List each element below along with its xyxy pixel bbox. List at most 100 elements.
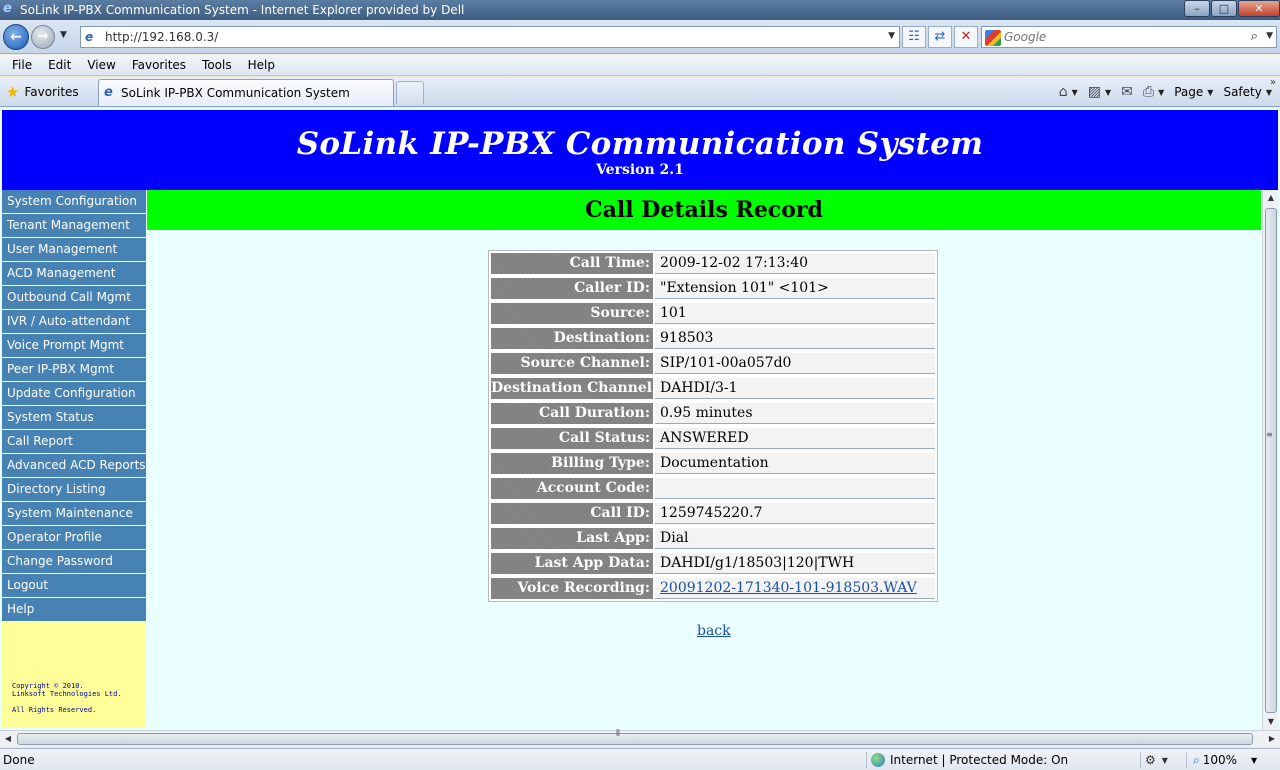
table-row: Call Time: 2009-12-02 17:13:40 (489, 251, 937, 276)
address-toolbar: ← → ▼ e http://192.168.0.3/ ▼ ☷ ⇄ ✕ ⌕ ▼ (0, 20, 1280, 54)
address-tools: ☷ ⇄ ✕ (900, 26, 978, 48)
sidebar-item-peer-ip-pbx-mgmt[interactable]: Peer IP-PBX Mgmt (2, 358, 146, 381)
field-value: SIP/101-00a057d0 (655, 353, 935, 374)
favorites-bar: ★ Favorites e SoLink IP-PBX Communicatio… (0, 77, 1280, 107)
content-heading-bar: Call Details Record (147, 190, 1261, 230)
menu-view[interactable]: View (87, 55, 115, 75)
scroll-grip-icon: ≡ (1266, 430, 1273, 439)
zoom-control[interactable]: ⌕ 100% ▼ (1186, 752, 1257, 768)
page-menu-button[interactable]: Page ▼ (1174, 85, 1213, 99)
page-title: SoLink IP-PBX Communication System (296, 126, 984, 162)
settings-icon: ⚙ (1145, 753, 1156, 767)
field-label: Call Status: (491, 428, 653, 449)
field-label: Call ID: (491, 503, 653, 524)
field-value (655, 478, 935, 499)
star-icon: ★ (6, 83, 20, 101)
sidebar-item-voice-prompt-mgmt[interactable]: Voice Prompt Mgmt (2, 334, 146, 357)
sidebar-item-operator-profile[interactable]: Operator Profile (2, 526, 146, 549)
sidebar-footer: Copyright © 2010. Linksoft Technologies … (2, 622, 146, 728)
sidebar-item-user-management[interactable]: User Management (2, 238, 146, 261)
search-options-icon[interactable]: ▼ (1266, 31, 1273, 41)
page-header: SoLink IP-PBX Communication System Versi… (2, 110, 1278, 190)
field-label: Last App: (491, 528, 653, 549)
hscroll-grip-icon: ⦀ (616, 729, 620, 739)
back-button[interactable]: ← (3, 24, 29, 50)
forward-button[interactable]: → (31, 25, 55, 49)
search-input[interactable] (1004, 29, 1244, 45)
sidebar-item-help[interactable]: Help (2, 598, 146, 621)
address-bar[interactable]: e http://192.168.0.3/ ▼ (80, 26, 900, 48)
call-details-table: Call Time: 2009-12-02 17:13:40 Caller ID:… (488, 250, 938, 602)
search-icon[interactable]: ⌕ (1251, 29, 1258, 44)
voice-recording-link[interactable]: 20091202-171340-101-918503.WAV (660, 580, 917, 596)
vertical-scrollbar[interactable]: ▲ ≡ ▼ (1262, 190, 1278, 730)
menu-edit[interactable]: Edit (48, 55, 71, 75)
sidebar-item-system-configuration[interactable]: System Configuration (2, 190, 146, 213)
sidebar-item-advanced-acd-reports[interactable]: Advanced ACD Reports (2, 454, 146, 477)
scroll-up-arrow-icon[interactable]: ▲ (1263, 190, 1279, 206)
field-label: Destination: (491, 328, 653, 349)
feeds-button[interactable]: ▨ ▼ (1088, 84, 1111, 100)
stop-icon[interactable]: ✕ (954, 26, 978, 48)
home-icon: ⌂ (1058, 84, 1068, 100)
sidebar-item-acd-management[interactable]: ACD Management (2, 262, 146, 285)
refresh-icon[interactable]: ⇄ (928, 26, 952, 48)
close-button[interactable]: ✕ (1238, 0, 1280, 17)
sidebar-item-outbound-call-mgmt[interactable]: Outbound Call Mgmt (2, 286, 146, 309)
security-zone[interactable]: Internet | Protected Mode: On (866, 752, 1068, 768)
horizontal-scrollbar[interactable]: ◀ ⦀ ▶ (0, 729, 1280, 747)
back-link[interactable]: back (697, 623, 731, 639)
field-label: Call Duration: (491, 403, 653, 424)
menu-favorites[interactable]: Favorites (132, 55, 186, 75)
url-text[interactable]: http://192.168.0.3/ (105, 30, 218, 44)
protected-mode-settings[interactable]: ⚙ ▼ (1140, 752, 1168, 768)
table-row: Call Status: ANSWERED (489, 426, 937, 451)
sidebar-item-logout[interactable]: Logout (2, 574, 146, 597)
mail-button[interactable]: ✉ (1121, 84, 1133, 100)
sidebar-item-call-report[interactable]: Call Report (2, 430, 146, 453)
safety-menu-button[interactable]: Safety ▼ (1223, 85, 1272, 99)
field-value: 2009-12-02 17:13:40 (655, 253, 935, 274)
address-dropdown-icon[interactable]: ▼ (888, 31, 895, 41)
scroll-down-arrow-icon[interactable]: ▼ (1263, 714, 1279, 730)
vertical-scroll-thumb[interactable] (1265, 208, 1277, 713)
sidebar-item-system-status[interactable]: System Status (2, 406, 146, 429)
table-row: Last App Data: DAHDI/g1/18503|120|TWH (489, 551, 937, 576)
zone-text: Internet | Protected Mode: On (890, 753, 1069, 767)
command-bar: ⌂ ▼ ▨ ▼ ✉ ⎙ ▼ Page ▼ Safety ▼ (1049, 82, 1272, 102)
menu-tools[interactable]: Tools (202, 55, 232, 75)
window-title-bar: e SoLink IP-PBX Communication System - I… (0, 0, 1280, 20)
sidebar-item-ivr-auto-attendant[interactable]: IVR / Auto-attendant (2, 310, 146, 333)
minimize-button[interactable]: – (1184, 0, 1210, 17)
tab-active[interactable]: e SoLink IP-PBX Communication System (98, 79, 394, 106)
globe-icon (871, 753, 885, 767)
rss-icon: ▨ (1087, 84, 1101, 100)
field-label: Source Channel: (491, 353, 653, 374)
field-value: 0.95 minutes (655, 403, 935, 424)
home-button[interactable]: ⌂ ▼ (1059, 84, 1078, 100)
menu-file[interactable]: File (12, 55, 32, 75)
field-value: Dial (655, 528, 935, 549)
tab-title: SoLink IP-PBX Communication System (121, 86, 350, 100)
more-commands-icon[interactable]: » (1270, 77, 1276, 88)
new-tab-button[interactable] (396, 81, 424, 104)
field-value: 20091202-171340-101-918503.WAV (655, 578, 935, 599)
horizontal-scroll-thumb[interactable] (17, 733, 1253, 745)
history-dropdown-icon[interactable]: ▼ (60, 30, 67, 40)
sidebar-item-change-password[interactable]: Change Password (2, 550, 146, 573)
maximize-button[interactable]: □ (1211, 0, 1237, 17)
menu-help[interactable]: Help (248, 55, 275, 75)
sidebar-item-directory-listing[interactable]: Directory Listing (2, 478, 146, 501)
favorites-button[interactable]: ★ Favorites (6, 82, 79, 102)
scroll-left-arrow-icon[interactable]: ◀ (0, 731, 16, 747)
sidebar-item-system-maintenance[interactable]: System Maintenance (2, 502, 146, 525)
sidebar-item-tenant-management[interactable]: Tenant Management (2, 214, 146, 237)
favorites-label: Favorites (24, 85, 79, 99)
copyright-line: Copyright © 2010. (12, 682, 84, 690)
search-box[interactable]: ⌕ ▼ (981, 26, 1277, 48)
scroll-right-arrow-icon[interactable]: ▶ (1264, 731, 1280, 747)
compatibility-view-icon[interactable]: ☷ (902, 26, 926, 48)
print-button[interactable]: ⎙ ▼ (1143, 84, 1164, 100)
page-version: Version 2.1 (596, 162, 684, 178)
sidebar-item-update-configuration[interactable]: Update Configuration (2, 382, 146, 405)
